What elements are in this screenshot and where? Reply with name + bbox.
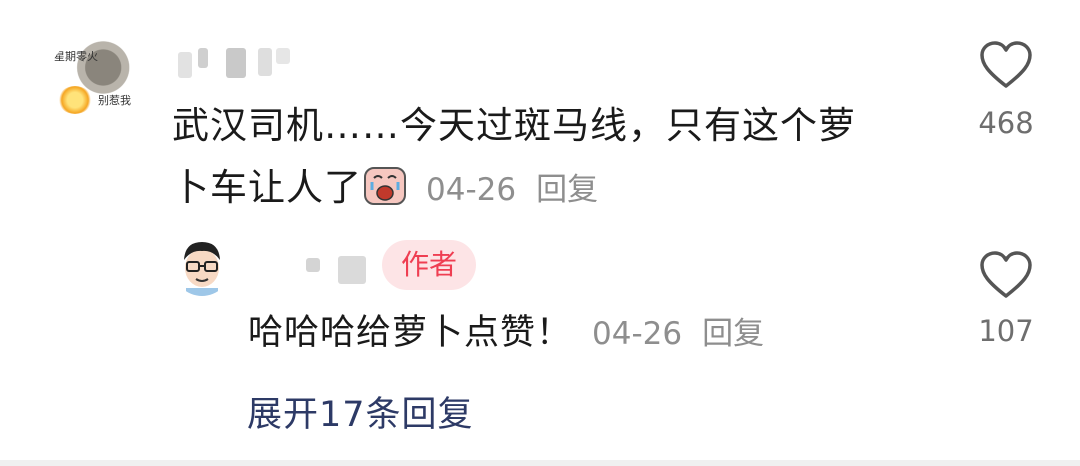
avatar-caption: 星期零火	[54, 50, 98, 63]
reply-reply-button[interactable]: 回复	[702, 316, 764, 352]
author-username[interactable]	[298, 250, 378, 286]
reply-like[interactable]: 107	[968, 250, 1044, 348]
heart-icon[interactable]	[978, 41, 1034, 94]
comment-line-2-text: 卜车让人了	[172, 166, 362, 209]
reply-text-line: 哈哈哈给萝卜点赞！ 04-26 回复	[248, 306, 764, 361]
commenter-username[interactable]	[172, 44, 312, 80]
reply-like-count: 107	[978, 314, 1034, 348]
comment-reply-button[interactable]: 回复	[536, 172, 598, 208]
flame-icon	[58, 86, 92, 114]
comment-line-2: 卜车让人了 04-26 回复	[172, 157, 932, 221]
comment-text: 武汉司机……今天过斑马线，只有这个萝 卜车让人了 04-26 回复	[172, 95, 932, 221]
divider	[0, 460, 1080, 466]
comment-date: 04-26	[426, 172, 517, 208]
commenter-avatar[interactable]: 星期零火 别惹我	[48, 36, 140, 126]
author-avatar[interactable]	[173, 238, 231, 296]
comment-like-count: 468	[978, 106, 1034, 140]
heart-icon[interactable]	[978, 251, 1034, 304]
author-badge: 作者	[382, 240, 476, 290]
comment-line-1: 武汉司机……今天过斑马线，只有这个萝	[172, 104, 856, 147]
crying-face-icon	[364, 163, 406, 205]
reply-text: 哈哈哈给萝卜点赞！	[248, 313, 573, 353]
avatar-caption: 别惹我	[98, 94, 131, 107]
expand-replies-link[interactable]: 展开17条回复	[247, 388, 474, 442]
comment-like[interactable]: 468	[968, 40, 1044, 140]
reply-date: 04-26	[592, 316, 683, 352]
